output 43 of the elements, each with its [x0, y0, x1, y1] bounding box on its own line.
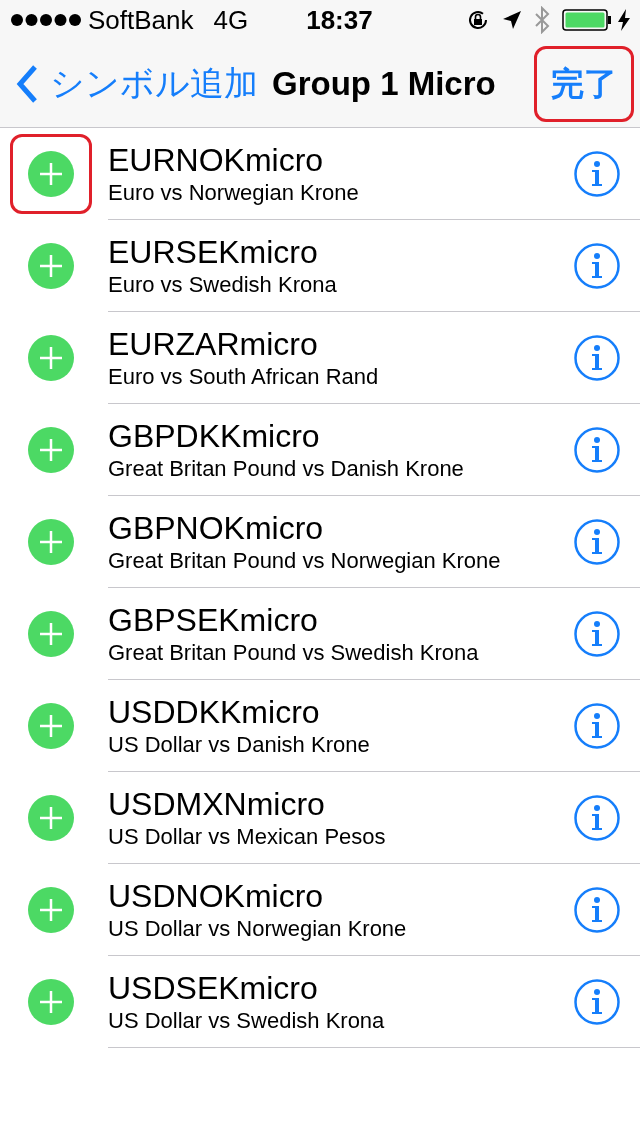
symbol-description: Great Britan Pound vs Swedish Krona	[108, 638, 480, 667]
symbol-description: Euro vs Norwegian Krone	[108, 178, 360, 207]
symbol-description: Great Britan Pound vs Norwegian Krone	[108, 546, 502, 575]
symbol-description: US Dollar vs Swedish Krona	[108, 1006, 386, 1035]
info-icon[interactable]	[574, 518, 620, 565]
info-icon[interactable]	[574, 610, 620, 657]
symbol-description: Great Britan Pound vs Danish Krone	[108, 454, 465, 483]
done-button[interactable]: 完了	[534, 45, 634, 122]
status-time: 18:37	[306, 3, 373, 37]
symbol-name: USDNOKmicro	[108, 876, 325, 915]
info-icon[interactable]	[574, 886, 620, 933]
symbol-description: US Dollar vs Danish Krone	[108, 730, 371, 759]
symbol-name: EURNOKmicro	[108, 140, 325, 179]
page-title: Group 1 Micro	[272, 63, 496, 104]
symbol-description: US Dollar vs Norwegian Krone	[108, 914, 408, 943]
info-icon[interactable]	[574, 426, 620, 473]
signal-icon	[10, 13, 82, 27]
info-icon[interactable]	[574, 150, 620, 197]
symbol-name: GBPDKKmicro	[108, 416, 321, 455]
symbol-name: EURSEKmicro	[108, 232, 319, 271]
info-icon[interactable]	[574, 978, 620, 1025]
info-icon[interactable]	[574, 794, 620, 841]
symbol-description: Euro vs Swedish Krona	[108, 270, 338, 299]
charging-icon	[618, 9, 630, 31]
rotation-lock-icon	[466, 8, 490, 32]
network-type: 4G	[213, 3, 249, 37]
symbol-name: USDMXNmicro	[108, 784, 326, 823]
symbol-description: Euro vs South African Rand	[108, 362, 380, 391]
symbol-name: EURZARmicro	[108, 324, 319, 363]
carrier-name: SoftBank	[88, 3, 194, 37]
info-icon[interactable]	[574, 702, 620, 749]
back-button[interactable]: シンボル追加	[16, 58, 258, 109]
info-icon[interactable]	[574, 334, 620, 381]
symbol-name: USDSEKmicro	[108, 968, 319, 1007]
back-chevron-icon	[16, 63, 38, 104]
location-icon	[502, 10, 522, 30]
symbol-description: US Dollar vs Mexican Pesos	[108, 822, 387, 851]
symbol-name: GBPNOKmicro	[108, 508, 325, 547]
symbol-name: GBPSEKmicro	[108, 600, 319, 639]
info-icon[interactable]	[574, 242, 620, 289]
bluetooth-icon	[534, 6, 550, 34]
battery-icon	[562, 9, 612, 31]
symbol-name: USDDKKmicro	[108, 692, 321, 731]
